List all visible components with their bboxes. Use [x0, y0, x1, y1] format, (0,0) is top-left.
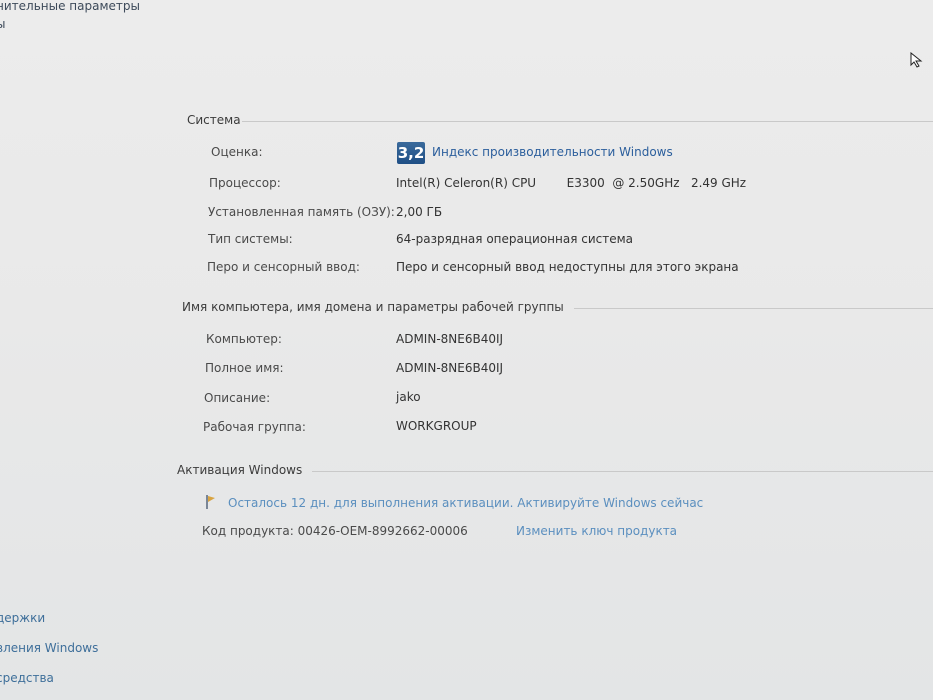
section-divider	[312, 471, 933, 472]
description-label: Описание:	[204, 391, 271, 405]
sidebar-link-windows-update[interactable]: вления Windows	[0, 641, 98, 655]
sidebar-link-advanced-settings[interactable]: нительные параметры	[0, 0, 140, 16]
activation-key-icon	[206, 495, 215, 509]
product-key-label: Код продукта: 00426-OEM-8992662-00006	[202, 524, 468, 538]
computer-label: Компьютер:	[206, 332, 282, 346]
workgroup-value: WORKGROUP	[396, 419, 477, 433]
ram-label: Установленная память (ОЗУ):	[208, 205, 395, 219]
computer-value: ADMIN-8NE6B40IJ	[396, 332, 504, 346]
change-product-key-link[interactable]: Изменить ключ продукта	[516, 524, 677, 538]
system-type-label: Тип системы:	[208, 232, 293, 246]
section-divider	[574, 308, 933, 309]
sidebar-link-partial[interactable]: ы	[0, 14, 5, 34]
description-value: jako	[396, 390, 421, 404]
pen-touch-value: Перо и сенсорный ввод недоступны для это…	[396, 260, 739, 274]
section-divider	[242, 121, 933, 122]
rating-label: Оценка:	[211, 145, 263, 159]
section-title-activation: Активация Windows	[177, 463, 303, 477]
processor-label: Процессор:	[209, 176, 281, 190]
rating-badge[interactable]: 3,2	[397, 142, 425, 164]
section-title-system: Система	[187, 113, 241, 127]
ram-value: 2,00 ГБ	[396, 205, 443, 219]
full-name-label: Полное имя:	[205, 361, 284, 375]
workgroup-label: Рабочая группа:	[203, 420, 306, 434]
system-type-value: 64-разрядная операционная система	[396, 232, 634, 246]
section-title-computer-name: Имя компьютера, имя домена и параметры р…	[182, 300, 564, 314]
sidebar-link-support[interactable]: держки	[0, 611, 45, 625]
full-name-value: ADMIN-8NE6B40IJ	[396, 361, 504, 375]
performance-index-link[interactable]: Индекс производительности Windows	[432, 145, 673, 159]
sidebar-link-tools[interactable]: средства	[0, 671, 54, 685]
mouse-cursor-icon	[910, 52, 923, 68]
pen-touch-label: Перо и сенсорный ввод:	[207, 260, 360, 274]
processor-value: Intel(R) Celeron(R) CPU E3300 @ 2.50GHz …	[396, 176, 747, 190]
activate-windows-link[interactable]: Осталось 12 дн. для выполнения активации…	[228, 496, 703, 510]
